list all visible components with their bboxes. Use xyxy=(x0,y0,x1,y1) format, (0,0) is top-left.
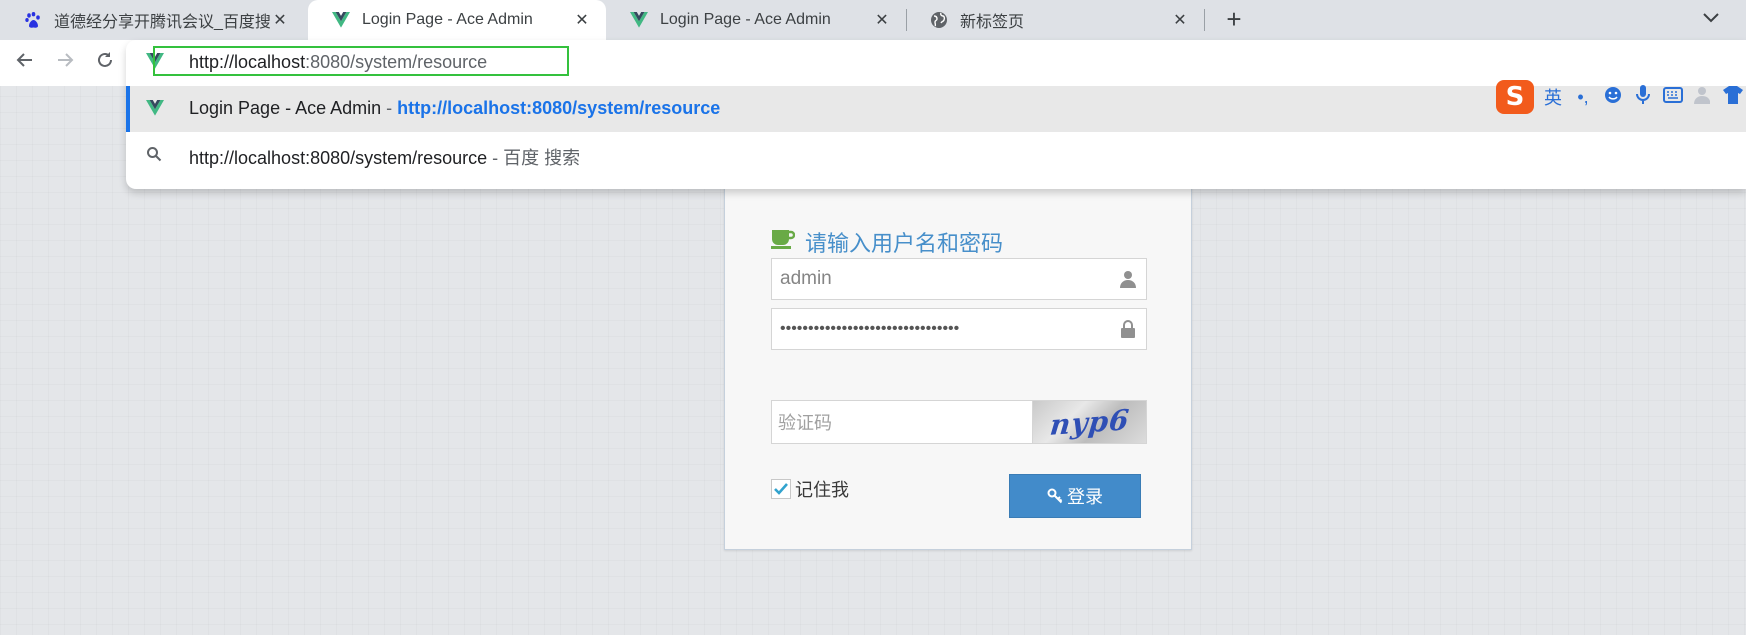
keyboard-icon[interactable] xyxy=(1662,86,1684,108)
tab-baidu-search[interactable]: 道德经分享开腾讯会议_百度搜索 ✕ xyxy=(0,0,304,40)
omnibox-dropdown: http://localhost:8080/system/resource Lo… xyxy=(126,40,1746,189)
suggestion-search[interactable]: http://localhost:8080/system/resource - … xyxy=(126,132,1746,178)
captcha-placeholder: 验证码 xyxy=(778,413,832,433)
password-field[interactable]: •••••••••••••••••••••••••••••••• xyxy=(771,308,1147,350)
address-host: http://localhost xyxy=(189,52,306,72)
login-header: 请输入用户名和密码 xyxy=(771,224,1145,260)
suggestion-text: http://localhost:8080/system/resource - … xyxy=(189,144,580,170)
microphone-icon[interactable] xyxy=(1632,84,1654,110)
tab-title: 新标签页 xyxy=(960,14,1025,31)
tab-separator xyxy=(1204,9,1205,31)
suggestion-separator: - xyxy=(487,148,504,168)
tab-close-icon[interactable]: ✕ xyxy=(1170,10,1190,30)
tab-new-tab[interactable]: 新标签页 ✕ xyxy=(906,0,1204,40)
new-tab-button[interactable]: + xyxy=(1220,6,1248,34)
username-field[interactable]: admin xyxy=(771,258,1147,300)
username-value: admin xyxy=(780,268,832,289)
suggestion-text: Login Page - Ace Admin - http://localhos… xyxy=(189,98,720,119)
remember-label: 记住我 xyxy=(795,480,849,500)
tab-title: Login Page - Ace Admin xyxy=(362,11,533,28)
login-title: 请输入用户名和密码 xyxy=(805,230,1004,256)
tab-close-icon[interactable]: ✕ xyxy=(872,10,892,30)
suggestion-url: http://localhost:8080/system/resource xyxy=(397,98,721,118)
ime-language-toggle[interactable]: 英 xyxy=(1542,84,1564,110)
skin-shirt-icon[interactable] xyxy=(1722,85,1744,109)
ime-punctuation-toggle[interactable]: •, xyxy=(1572,87,1594,108)
back-arrow-icon xyxy=(16,53,32,67)
login-button-label: 登录 xyxy=(1067,487,1103,507)
remember-checkbox[interactable] xyxy=(771,479,791,499)
tab-search-button[interactable] xyxy=(1702,8,1720,29)
tab-title: 道德经分享开腾讯会议_百度搜索 xyxy=(54,14,270,31)
search-icon xyxy=(146,146,162,167)
baidu-paw-icon xyxy=(24,11,42,29)
coffee-icon xyxy=(771,229,797,254)
sogou-logo-icon[interactable]: S xyxy=(1496,80,1534,114)
user-settings-icon[interactable] xyxy=(1692,86,1714,109)
tab-login-page-active[interactable]: Login Page - Ace Admin ✕ xyxy=(308,0,606,40)
captcha-code: nyp6 xyxy=(1048,402,1131,442)
captcha-image[interactable]: nyp6 xyxy=(1032,400,1147,444)
suggestion-engine: 百度 搜索 xyxy=(503,148,581,168)
forward-button[interactable] xyxy=(52,50,78,76)
emoji-icon[interactable] xyxy=(1602,86,1624,109)
user-icon xyxy=(1118,270,1138,288)
reload-button[interactable] xyxy=(92,50,118,76)
password-value: •••••••••••••••••••••••••••••••• xyxy=(780,320,960,337)
vue-logo-icon xyxy=(332,11,350,29)
address-path: :8080/system/resource xyxy=(305,52,488,72)
remember-me[interactable]: 记住我 xyxy=(771,476,849,502)
tab-close-icon[interactable]: ✕ xyxy=(572,10,592,30)
checkmark-icon xyxy=(774,483,788,495)
login-button[interactable]: 登录 xyxy=(1009,474,1141,518)
captcha-input[interactable]: 验证码 xyxy=(771,400,1033,444)
suggestion-title: Login Page - Ace Admin xyxy=(189,98,382,118)
tab-close-icon[interactable]: ✕ xyxy=(270,10,290,30)
reload-icon xyxy=(98,52,112,67)
tab-strip: 道德经分享开腾讯会议_百度搜索 ✕ Login Page - Ace Admin… xyxy=(0,0,1746,40)
address-text[interactable]: http://localhost:8080/system/resource xyxy=(189,52,487,73)
back-button[interactable] xyxy=(12,50,38,76)
forward-arrow-icon xyxy=(58,53,74,67)
key-icon xyxy=(1047,488,1063,504)
suggestion-separator: - xyxy=(381,98,398,118)
vue-logo-icon xyxy=(146,100,164,121)
lock-icon xyxy=(1118,320,1138,338)
login-box: 请输入用户名和密码 admin ••••••••••••••••••••••••… xyxy=(724,186,1192,550)
chevron-down-icon xyxy=(1703,13,1719,23)
globe-icon xyxy=(930,11,948,29)
tab-login-page[interactable]: Login Page - Ace Admin ✕ xyxy=(606,0,906,40)
suggestion-query: http://localhost:8080/system/resource xyxy=(189,148,488,168)
ime-toolbar: S 英 •, xyxy=(1496,80,1744,114)
tab-title: Login Page - Ace Admin xyxy=(660,11,831,28)
vue-logo-icon xyxy=(630,11,648,29)
